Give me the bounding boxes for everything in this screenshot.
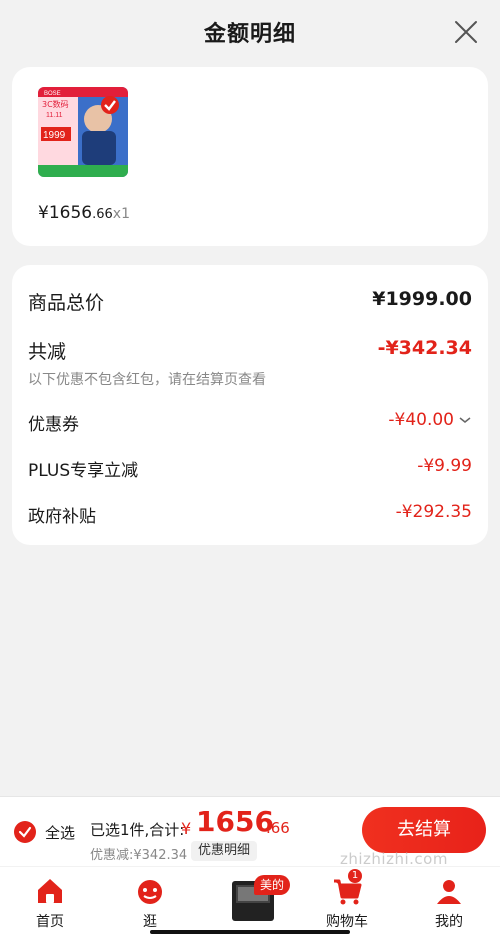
product-image: BOSE 3C数码 11.11 1999 [38, 87, 128, 177]
profile-icon [437, 880, 461, 904]
select-all-label[interactable]: 全选 [45, 822, 75, 843]
tab-promo[interactable]: 美的 [228, 871, 298, 927]
total-price-label: 商品总价 [28, 292, 105, 314]
chevron-down-icon [459, 417, 471, 423]
discount-detail-button[interactable]: 优惠明细 [191, 841, 258, 861]
product-thumbnail[interactable]: BOSE 3C数码 11.11 1999 [38, 87, 128, 177]
discount-total: 优惠减:¥342.34 [90, 848, 188, 863]
product-price-int: 1656 [48, 203, 93, 223]
plus-discount-value: -¥9.99 [417, 456, 472, 476]
selected-summary: 已选1件,合计: [90, 821, 185, 839]
close-icon[interactable] [452, 18, 480, 46]
select-all-checkbox[interactable] [14, 821, 36, 843]
watermark: zhizhizhi.com [340, 850, 448, 868]
page-header: 金额明细 [0, 0, 500, 66]
home-indicator[interactable] [150, 930, 350, 934]
sum-decimal: .66 [266, 819, 290, 837]
thumb-price-text: 1999 [43, 130, 66, 141]
tab-cart[interactable]: 1 购物车 [312, 867, 382, 936]
total-price-value: ¥1999.00 [372, 288, 472, 310]
total-reduce-value: -¥342.34 [377, 337, 472, 359]
coupon-label: 优惠券 [28, 415, 79, 435]
tab-browse-label: 逛 [143, 914, 157, 930]
total-reduce-label: 共减 [28, 341, 67, 363]
tab-home-label: 首页 [36, 914, 64, 930]
thumb-brand-text: BOSE [44, 91, 61, 97]
product-quantity: x1 [112, 206, 130, 222]
tab-browse[interactable]: 逛 [115, 867, 185, 936]
sum-amount: 1656 [196, 805, 274, 838]
browse-icon [138, 880, 162, 904]
tab-cart-label: 购物车 [326, 914, 368, 930]
home-icon [38, 879, 62, 903]
sum-yen: ¥ [181, 819, 192, 838]
product-price: ¥1656.66x1 [38, 203, 130, 223]
gov-subsidy-value: -¥292.35 [395, 502, 472, 522]
thumb-date-text: 11.11 [46, 112, 63, 119]
coupon-value-group[interactable]: -¥40.00 [388, 410, 472, 430]
promo-badge: 美的 [254, 875, 291, 895]
product-price-yen: ¥ [38, 203, 49, 223]
tab-me-label: 我的 [435, 914, 463, 930]
plus-discount-label: PLUS专享立减 [28, 461, 139, 481]
product-price-dec: .66 [92, 207, 113, 222]
page-title: 金额明细 [203, 22, 296, 47]
cart-count-badge: 1 [348, 869, 362, 883]
tab-home[interactable]: 首页 [15, 867, 85, 936]
thumb-tag-text: 3C数码 [42, 99, 69, 109]
tab-me[interactable]: 我的 [414, 867, 484, 936]
checkmark-icon [18, 826, 32, 838]
bottom-tab-bar: 首页 逛 美的 1 购物车 我的 [0, 867, 500, 936]
checkout-button[interactable]: 去结算 [362, 807, 486, 853]
product-card: BOSE 3C数码 11.11 1999 ¥1656.66x1 [12, 67, 488, 246]
gov-subsidy-label: 政府补贴 [28, 507, 96, 527]
discount-note: 以下优惠不包含红包，请在结算页查看 [28, 372, 266, 388]
price-breakdown-card: 商品总价 ¥1999.00 共减 -¥342.34 以下优惠不包含红包，请在结算… [12, 265, 488, 545]
coupon-value: -¥40.00 [388, 410, 454, 430]
